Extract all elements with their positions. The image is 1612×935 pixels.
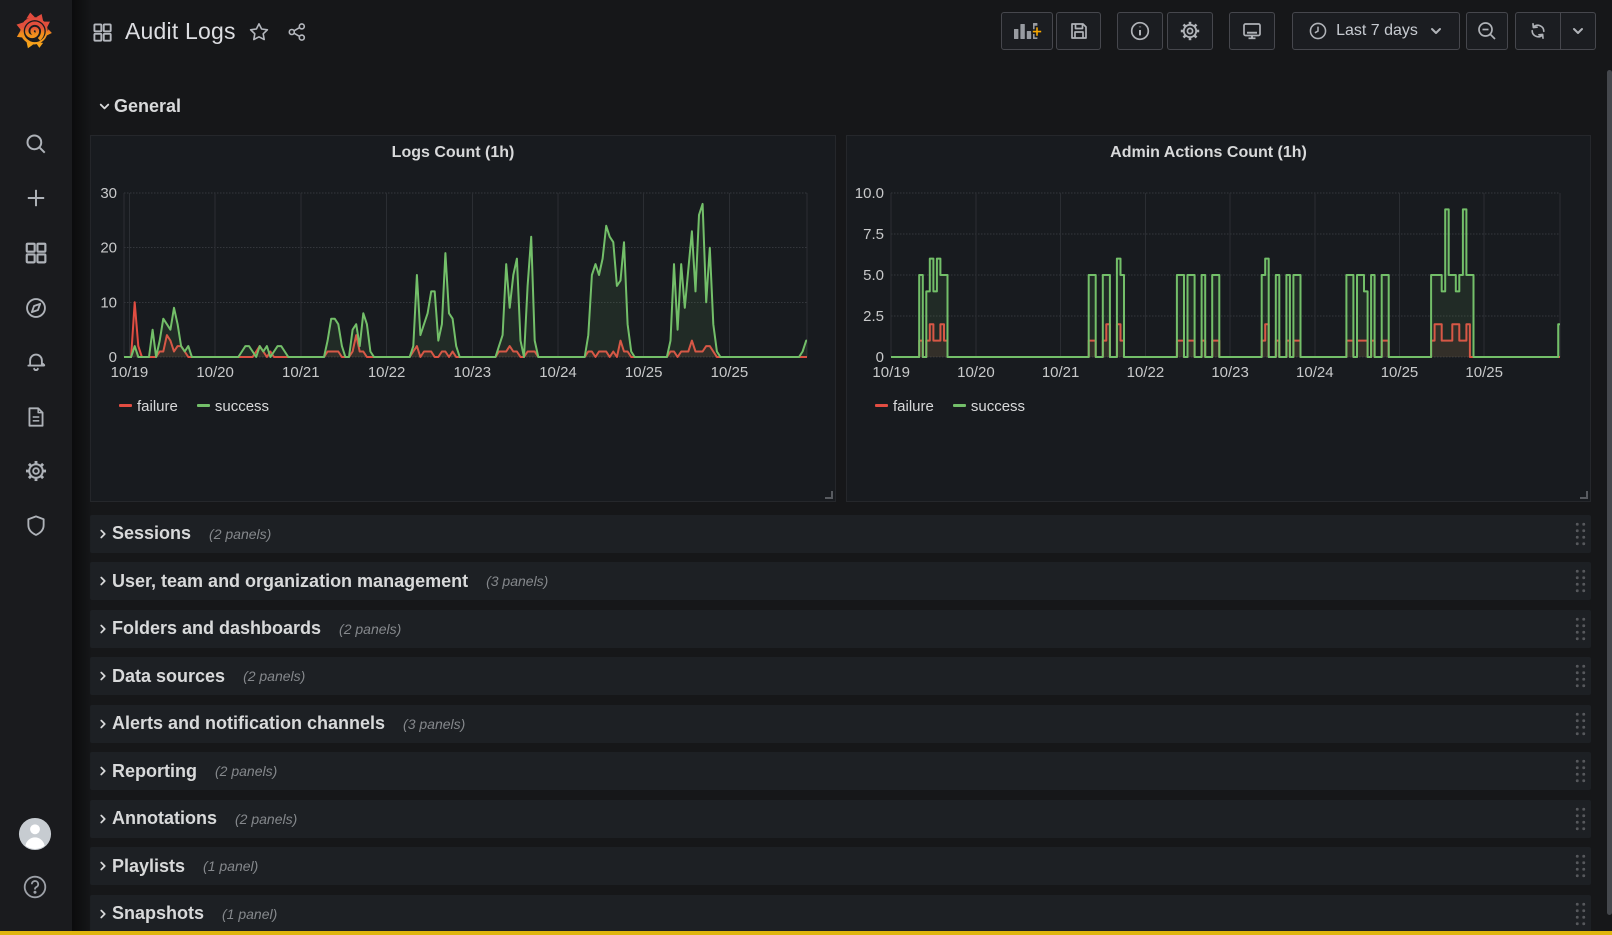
svg-text:20: 20 — [100, 240, 117, 257]
svg-text:10: 10 — [100, 294, 117, 311]
svg-text:10/22: 10/22 — [1127, 364, 1165, 381]
svg-text:10/19: 10/19 — [111, 364, 149, 381]
svg-text:10/24: 10/24 — [1296, 364, 1334, 381]
svg-text:0: 0 — [109, 349, 117, 366]
svg-text:10/25: 10/25 — [711, 364, 749, 381]
svg-text:0: 0 — [876, 349, 884, 366]
svg-text:10/23: 10/23 — [454, 364, 492, 381]
svg-text:10/20: 10/20 — [957, 364, 995, 381]
svg-text:10.0: 10.0 — [855, 185, 884, 202]
svg-text:10/25: 10/25 — [625, 364, 663, 381]
svg-text:10/21: 10/21 — [282, 364, 320, 381]
svg-text:10/23: 10/23 — [1211, 364, 1249, 381]
svg-text:5.0: 5.0 — [863, 267, 884, 284]
svg-text:10/22: 10/22 — [368, 364, 406, 381]
svg-text:7.5: 7.5 — [863, 226, 884, 243]
svg-text:10/24: 10/24 — [539, 364, 577, 381]
svg-text:10/21: 10/21 — [1042, 364, 1080, 381]
svg-text:10/20: 10/20 — [196, 364, 234, 381]
svg-text:2.5: 2.5 — [863, 308, 884, 325]
svg-text:10/25: 10/25 — [1381, 364, 1419, 381]
svg-text:30: 30 — [100, 185, 117, 202]
svg-text:10/19: 10/19 — [872, 364, 910, 381]
svg-text:10/25: 10/25 — [1465, 364, 1503, 381]
